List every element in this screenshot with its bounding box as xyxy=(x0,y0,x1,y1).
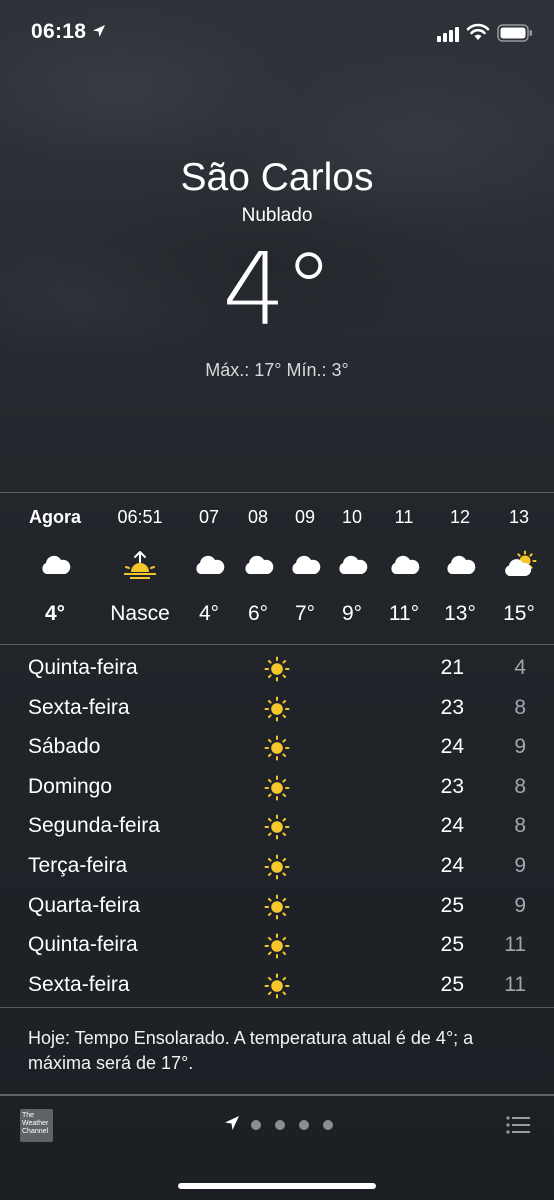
daily-row: Sexta-feira 25 11 xyxy=(0,965,554,1005)
current-location-arrow-icon xyxy=(225,1116,239,1130)
day-name: Quarta-feira xyxy=(28,893,141,917)
location-arrow-icon xyxy=(93,25,105,37)
current-temperature: 4° xyxy=(222,231,334,348)
wifi-icon xyxy=(466,23,490,40)
high-low-temperature: Máx.: 17° Mín.: 3° xyxy=(205,360,349,380)
status-time: 06:18 xyxy=(31,20,87,43)
cellular-signal-icon xyxy=(437,27,459,42)
day-max-temperature: 25 xyxy=(440,933,464,957)
day-name: Sexta-feira xyxy=(28,695,130,719)
hour-temperature: 15° xyxy=(503,602,535,625)
cloud-icon xyxy=(287,550,323,580)
daily-row: Quinta-feira 21 4 xyxy=(0,648,554,688)
day-min-temperature: 9 xyxy=(514,854,526,877)
day-name: Quinta-feira xyxy=(28,933,138,957)
daily-row: Domingo 23 8 xyxy=(0,767,554,807)
day-max-temperature: 21 xyxy=(440,656,464,679)
weather-condition: Nublado xyxy=(241,205,313,226)
daily-row: Segunda-feira 24 8 xyxy=(0,806,554,846)
day-name: Sexta-feira xyxy=(28,972,130,996)
page-dot[interactable] xyxy=(275,1120,285,1130)
page-dot[interactable] xyxy=(323,1120,333,1130)
day-min-temperature: 8 xyxy=(514,774,526,798)
day-name: Segunda-feira xyxy=(28,814,160,838)
day-name: Domingo xyxy=(28,774,113,798)
status-bar: 06:18 xyxy=(0,0,554,66)
battery-icon xyxy=(497,24,532,42)
sun-icon xyxy=(263,774,291,802)
partly-sunny-icon xyxy=(501,550,537,580)
divider xyxy=(0,644,554,645)
day-min-temperature: 11 xyxy=(504,972,526,996)
day-min-temperature: 9 xyxy=(514,735,526,759)
city-list-icon[interactable] xyxy=(506,1115,530,1135)
day-min-temperature: 8 xyxy=(514,814,526,838)
day-name: Sábado xyxy=(28,735,101,759)
sun-icon xyxy=(263,655,291,683)
cloud-icon xyxy=(240,550,276,580)
home-indicator[interactable] xyxy=(178,1183,376,1189)
day-max-temperature: 24 xyxy=(440,814,464,838)
sun-icon xyxy=(263,695,291,723)
hour-temperature: Nasce xyxy=(110,602,170,625)
day-max-temperature: 25 xyxy=(440,972,464,996)
hourly-forecast[interactable]: Agora 4° 06:51 Nasce 07 4° 08 6° 09 7° 10 9° 11 11° 12… xyxy=(0,492,554,644)
day-max-temperature: 23 xyxy=(440,774,464,798)
page-dot[interactable] xyxy=(299,1120,309,1130)
hour-label: 06:51 xyxy=(117,507,163,527)
cloud-icon xyxy=(191,550,227,580)
daily-row: Quinta-feira 25 11 xyxy=(0,925,554,965)
day-min-temperature: 11 xyxy=(504,933,526,957)
weather-channel-logo[interactable]: The Weather Channel xyxy=(20,1109,53,1142)
daily-row: Terça-feira 24 9 xyxy=(0,846,554,886)
cloud-icon xyxy=(386,550,422,580)
day-min-temperature: 9 xyxy=(514,893,526,917)
day-max-temperature: 23 xyxy=(440,695,464,719)
day-min-temperature: 8 xyxy=(514,695,526,719)
sun-icon xyxy=(263,853,291,881)
day-max-temperature: 24 xyxy=(440,854,464,877)
daily-row: Quarta-feira 25 9 xyxy=(0,886,554,926)
sun-icon xyxy=(263,813,291,841)
divider xyxy=(0,1007,554,1008)
today-summary: Hoje: Tempo Ensolarado. A temperatura at… xyxy=(28,1028,474,1073)
divider xyxy=(0,1094,554,1096)
sun-icon xyxy=(263,734,291,762)
cloud-icon xyxy=(37,550,73,580)
sun-icon xyxy=(263,893,291,921)
hour-label: 13 xyxy=(508,507,530,527)
city-name: São Carlos xyxy=(180,156,374,199)
page-dot[interactable] xyxy=(251,1120,261,1130)
page-indicator[interactable] xyxy=(222,1115,342,1135)
cloud-icon xyxy=(334,550,370,580)
day-name: Quinta-feira xyxy=(28,656,138,679)
cloud-icon xyxy=(442,550,478,580)
sun-icon xyxy=(263,932,291,960)
hour-label: Agora xyxy=(28,507,81,527)
day-max-temperature: 24 xyxy=(440,735,464,759)
daily-row: Sábado 24 9 xyxy=(0,727,554,767)
sun-icon xyxy=(263,972,291,1000)
day-name: Terça-feira xyxy=(28,854,128,877)
hour-temperature: 4° xyxy=(44,602,66,625)
day-min-temperature: 4 xyxy=(514,656,526,679)
daily-row: Sexta-feira 23 8 xyxy=(0,688,554,728)
sunrise-icon xyxy=(122,550,158,580)
day-max-temperature: 25 xyxy=(440,893,464,917)
